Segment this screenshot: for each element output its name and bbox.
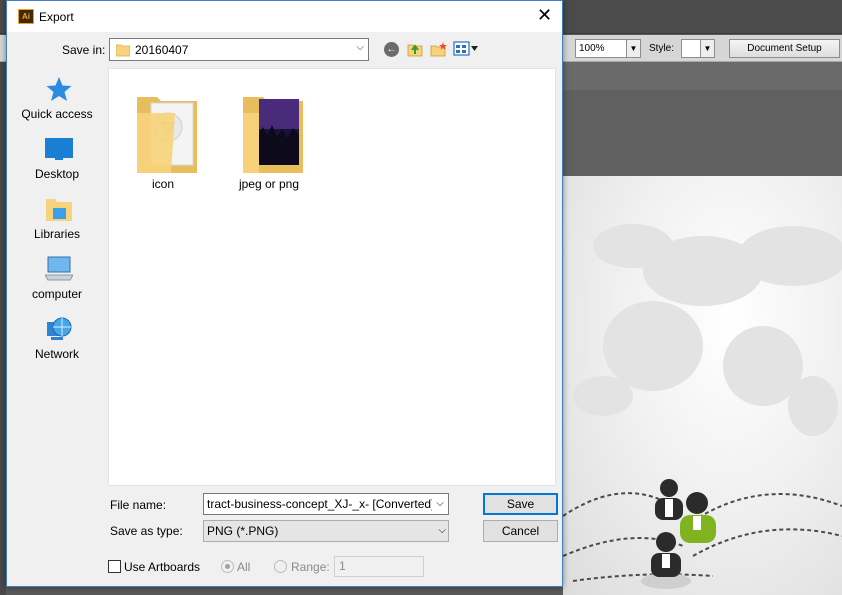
save-as-type-label: Save as type: <box>110 524 183 538</box>
star-icon <box>46 77 72 101</box>
chevron-down-icon[interactable]: ▼ <box>700 40 714 57</box>
place-quick-access[interactable]: Quick access <box>9 68 105 124</box>
view-menu-icon[interactable] <box>453 41 479 56</box>
range-field[interactable]: 1 <box>334 556 424 577</box>
chevron-down-icon[interactable]: ▼ <box>626 40 640 57</box>
use-artboards-checkbox[interactable] <box>108 560 121 573</box>
save-in-value: 20160407 <box>135 43 189 57</box>
save-in-label: Save in: <box>62 43 106 57</box>
place-label: Libraries <box>33 227 81 241</box>
dialog-titlebar[interactable]: Ai Export ✕ <box>7 1 562 32</box>
file-name-field[interactable]: tract-business-concept_XJ-_x- [Converted… <box>203 493 449 515</box>
place-label: Desktop <box>34 167 80 181</box>
zoom-value: 100% <box>579 43 605 54</box>
illustrator-logo-icon: Ai <box>18 9 34 24</box>
person-icon <box>680 492 716 543</box>
folder-icon <box>243 97 303 173</box>
chevron-down-icon[interactable]: ⌵ <box>438 521 446 541</box>
export-dialog: Ai Export ✕ Save in: 20160407 ⌵ ← Quick … <box>6 0 563 587</box>
folder-icon <box>137 97 197 173</box>
file-name-value: tract-business-concept_XJ-_x- [Converted… <box>207 497 449 511</box>
save-in-combo[interactable]: 20160407 ⌵ <box>109 38 369 61</box>
artboard <box>562 176 842 595</box>
dialog-title: Export <box>39 10 74 24</box>
place-label: computer <box>31 287 83 301</box>
file-name-label: File name: <box>110 498 167 512</box>
chevron-down-icon[interactable]: ⌵ <box>356 42 364 53</box>
save-button[interactable]: Save <box>483 493 558 515</box>
all-radio-label: All <box>237 560 251 574</box>
save-as-type-combo[interactable]: PNG (*.PNG) ⌵ <box>203 520 449 542</box>
up-folder-icon[interactable] <box>407 41 424 58</box>
folder-icon <box>116 44 130 57</box>
place-desktop[interactable]: Desktop <box>9 128 105 184</box>
person-icon <box>655 479 683 520</box>
desktop-icon <box>45 138 73 160</box>
file-name: icon <box>151 177 174 191</box>
place-libraries[interactable]: Libraries <box>9 188 105 244</box>
file-item-folder[interactable]: icon <box>115 77 211 191</box>
style-label: Style: <box>649 43 675 54</box>
chevron-down-icon[interactable]: ⌵ <box>432 494 448 514</box>
place-label: Quick access <box>21 107 93 121</box>
network-icon <box>47 317 72 340</box>
save-as-type-value: PNG (*.PNG) <box>207 524 279 538</box>
style-combo[interactable]: ▼ <box>681 39 715 58</box>
zoom-combo[interactable]: 100% ▼ <box>575 39 641 58</box>
computer-icon <box>45 256 73 281</box>
libraries-icon <box>46 199 72 221</box>
place-computer[interactable]: computer <box>9 248 105 304</box>
world-map-artwork <box>562 224 842 589</box>
place-network[interactable]: Network <box>9 308 105 364</box>
close-button[interactable]: ✕ <box>527 1 562 32</box>
use-artboards-label: Use Artboards <box>124 560 201 574</box>
document-setup-button[interactable]: Document Setup <box>729 39 840 58</box>
range-radio-label: Range: <box>291 560 330 574</box>
file-name: jpeg or png <box>238 177 300 191</box>
file-item-folder[interactable]: jpeg or png <box>221 77 317 191</box>
cancel-button[interactable]: Cancel <box>483 520 558 542</box>
new-folder-icon[interactable] <box>430 41 447 58</box>
canvas-pasteboard-inner <box>563 90 842 176</box>
places-bar: Quick access Desktop Libraries computer <box>7 68 107 488</box>
file-list[interactable]: icon jpeg or png <box>108 68 556 486</box>
place-label: Network <box>34 347 79 361</box>
all-radio[interactable] <box>221 560 234 573</box>
back-icon[interactable]: ← <box>384 42 399 57</box>
range-radio[interactable] <box>274 560 287 573</box>
